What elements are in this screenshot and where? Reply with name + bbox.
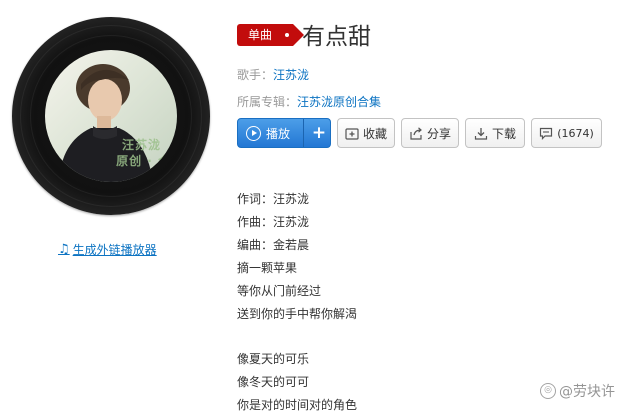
- download-icon: [474, 127, 488, 140]
- comment-button[interactable]: (1674): [531, 118, 602, 148]
- add-to-playlist-button[interactable]: +: [308, 119, 330, 147]
- lyric-line: 像夏天的可乐: [237, 352, 310, 366]
- lyric-line: 你是对的时间对的角色: [237, 398, 358, 412]
- lyrics-list: 作词：汪苏泷 作曲：汪苏泷 编曲：金若晨 摘一颗苹果 等你从门前经过 送到你的手…: [237, 188, 357, 417]
- play-label: 播放: [266, 126, 291, 141]
- lyric-blank-line: [237, 326, 357, 348]
- play-icon: [246, 125, 261, 141]
- cover-caption: 原创 · 合: [116, 154, 171, 168]
- singer-label: 歌手：: [237, 68, 274, 82]
- singer-link[interactable]: 汪苏泷: [273, 68, 309, 82]
- lyric-line: 像冬天的可可: [237, 375, 310, 389]
- music-note-icon: ♫: [58, 242, 70, 257]
- comment-count: (1674): [557, 126, 594, 140]
- lyric-line: 作词：汪苏泷: [237, 192, 310, 206]
- badge-dot: [285, 33, 289, 37]
- external-link-label: 生成外链播放器: [72, 243, 157, 257]
- favorite-label: 收藏: [362, 126, 387, 141]
- lyric-line: 送到你的手中帮你解渴: [237, 307, 358, 321]
- share-label: 分享: [426, 126, 451, 141]
- album-row: 所属专辑：汪苏泷原创合集: [237, 93, 381, 110]
- lyric-line: 编曲：金若晨: [237, 238, 310, 252]
- song-title: 有点甜: [302, 24, 371, 50]
- download-label: 下载: [491, 126, 516, 141]
- lyric-line: 作曲：汪苏泷: [237, 215, 310, 229]
- play-button-group: 播放 +: [237, 118, 331, 148]
- badge-label: 单曲: [248, 28, 273, 42]
- single-badge: 单曲: [237, 24, 304, 46]
- favorite-folder-icon: [345, 127, 359, 140]
- lyric-line: 摘一颗苹果: [237, 261, 298, 275]
- share-button[interactable]: 分享: [401, 118, 459, 148]
- play-separator: [303, 119, 304, 147]
- play-button[interactable]: 播放: [238, 119, 299, 147]
- watermark: ◎ @劳块许: [540, 381, 615, 401]
- lyric-line: 等你从门前经过: [237, 284, 322, 298]
- comment-icon: [540, 127, 553, 140]
- album-label: 所属专辑：: [237, 95, 298, 109]
- favorite-button[interactable]: 收藏: [337, 118, 395, 148]
- download-button[interactable]: 下载: [465, 118, 525, 148]
- album-cover: 汪苏泷 原创 · 合: [45, 50, 177, 182]
- watermark-logo-icon: ◎: [540, 383, 556, 399]
- album-link[interactable]: 汪苏泷原创合集: [297, 95, 381, 109]
- album-disc: 汪苏泷 原创 · 合: [12, 17, 210, 215]
- singer-row: 歌手：汪苏泷: [237, 66, 309, 83]
- share-icon: [410, 126, 422, 140]
- generate-external-player-link[interactable]: ♫ 生成外链播放器: [58, 241, 157, 258]
- watermark-text: @劳块许: [559, 384, 615, 400]
- cover-caption: 汪苏泷: [121, 138, 161, 152]
